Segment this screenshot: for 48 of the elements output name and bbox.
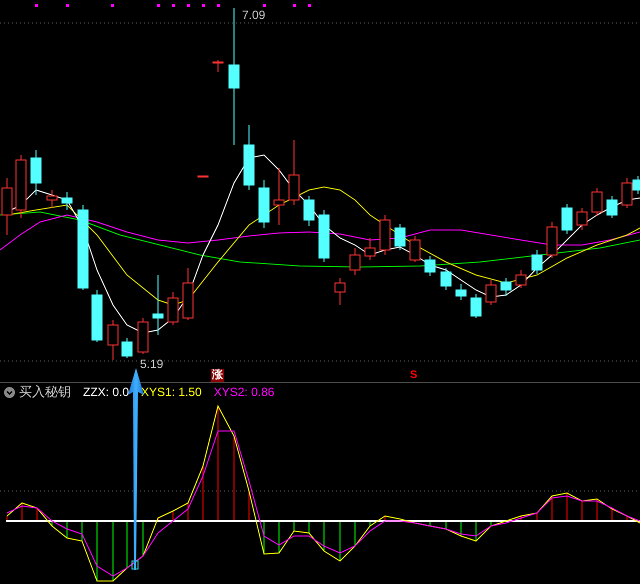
candlestick (318, 210, 330, 262)
collapse-icon[interactable] (4, 386, 15, 398)
indicator-name: 买入秘钥 (19, 383, 71, 401)
candlestick (244, 124, 254, 190)
candlestick (410, 236, 420, 262)
candlestick (350, 248, 360, 276)
candlestick (424, 256, 436, 276)
candlestick (62, 192, 72, 210)
candlestick (516, 270, 526, 288)
candlestick (138, 318, 148, 354)
candlestick (304, 196, 314, 226)
candlestick (364, 238, 376, 260)
candlestick (92, 290, 102, 342)
candlestick (274, 168, 284, 226)
high-price-label: 7.09 (242, 8, 266, 22)
low-price-label: 5.19 (140, 357, 164, 371)
candlestick (16, 154, 26, 218)
candlestick (380, 214, 390, 256)
candlestick (470, 294, 482, 318)
candlestick (152, 274, 164, 336)
candlestick (562, 204, 572, 234)
candlestick (168, 292, 178, 326)
indicator-value: XYS1: 1.50 (141, 385, 202, 399)
candlestick (456, 284, 466, 300)
candlestick (532, 250, 542, 274)
candlestick (46, 190, 58, 208)
signal-marker: 涨 (211, 369, 224, 382)
candlestick (394, 224, 406, 250)
candlestick (258, 180, 270, 228)
candlestick (546, 222, 558, 258)
signal-marker: S (409, 369, 418, 382)
candlestick (108, 320, 118, 360)
indicator-value: ZZX: 0.0 (83, 385, 130, 399)
candlestick (592, 188, 602, 216)
candlestick (122, 338, 132, 358)
candlestick (576, 208, 588, 230)
indicator-value: XYS2: 0.86 (214, 385, 274, 399)
candlestick (440, 268, 452, 290)
candlestick (182, 268, 194, 320)
candlestick (606, 196, 618, 218)
candlestick (334, 278, 346, 306)
marker-square-icon (132, 560, 138, 570)
candlestick (198, 176, 208, 178)
candlestick (212, 60, 224, 72)
candlestick (500, 278, 512, 296)
candlestick (288, 140, 300, 206)
candlestick (30, 150, 42, 196)
candlestick (486, 280, 496, 306)
